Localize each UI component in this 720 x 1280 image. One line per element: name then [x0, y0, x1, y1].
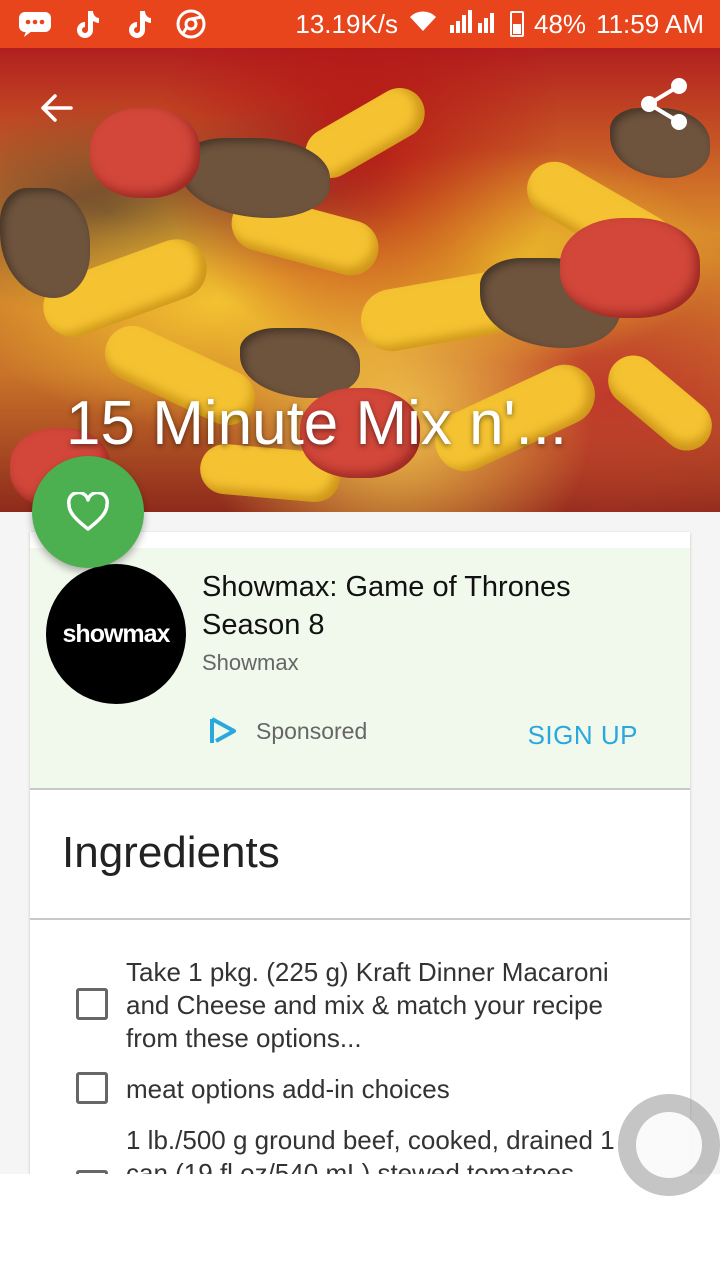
ad-title[interactable]: Showmax: Game of Thrones Season 8: [202, 568, 662, 644]
wifi-icon: [408, 9, 438, 40]
ad-advertiser: Showmax: [202, 650, 299, 675]
chrome-icon: [174, 9, 208, 39]
ingredient-checkbox[interactable]: [76, 1072, 108, 1104]
recipe-title: 15 Minute Mix n'...: [66, 389, 568, 458]
showmax-logo[interactable]: showmax: [46, 564, 186, 704]
favorite-button[interactable]: [32, 456, 144, 568]
back-arrow-icon: [41, 94, 73, 122]
recipe-card: showmax Showmax: Game of Thrones Season …: [30, 532, 690, 1174]
tiktok-icon: [122, 9, 156, 39]
clock: 11:59 AM: [596, 8, 704, 39]
ingredients-heading: Ingredients: [62, 828, 280, 877]
ingredient-item: Take 1 pkg. (225 g) Kraft Dinner Macaron…: [126, 957, 609, 1053]
ingredient-item: meat options add-in choices: [126, 1074, 450, 1104]
tiktok-icon: [70, 9, 104, 39]
sponsored-label: Sponsored: [256, 717, 368, 744]
heart-icon: [67, 492, 109, 531]
share-button[interactable]: [636, 76, 692, 132]
bottom-area: [0, 1174, 720, 1280]
sponsored-ad[interactable]: showmax Showmax: Game of Thrones Season …: [30, 548, 690, 788]
ingredient-item: 1 lb./500 g ground beef, cooked, drained…: [126, 1125, 615, 1174]
signal-icon: [448, 9, 500, 40]
floating-assist-button[interactable]: [618, 1094, 720, 1196]
ingredient-checkbox[interactable]: [76, 988, 108, 1020]
divider: [30, 918, 690, 920]
network-speed: 13.19K/s: [295, 8, 399, 39]
message-icon: [18, 9, 52, 39]
share-icon: [641, 78, 687, 130]
assist-touch-icon: [636, 1112, 702, 1178]
recipe-hero-image: 15 Minute Mix n'...: [0, 48, 720, 512]
battery-percent: 48%: [534, 8, 587, 39]
sign-up-button[interactable]: SIGN UP: [528, 720, 638, 751]
back-button[interactable]: [32, 84, 80, 132]
sponsored-row: Sponsored: [206, 716, 367, 746]
divider: [30, 788, 690, 790]
battery-icon: [510, 11, 525, 37]
ad-choices-icon[interactable]: [206, 716, 238, 746]
showmax-logo-text: showmax: [62, 619, 171, 648]
status-bar: 13.19K/s 48% 11:59 AM: [0, 0, 720, 48]
